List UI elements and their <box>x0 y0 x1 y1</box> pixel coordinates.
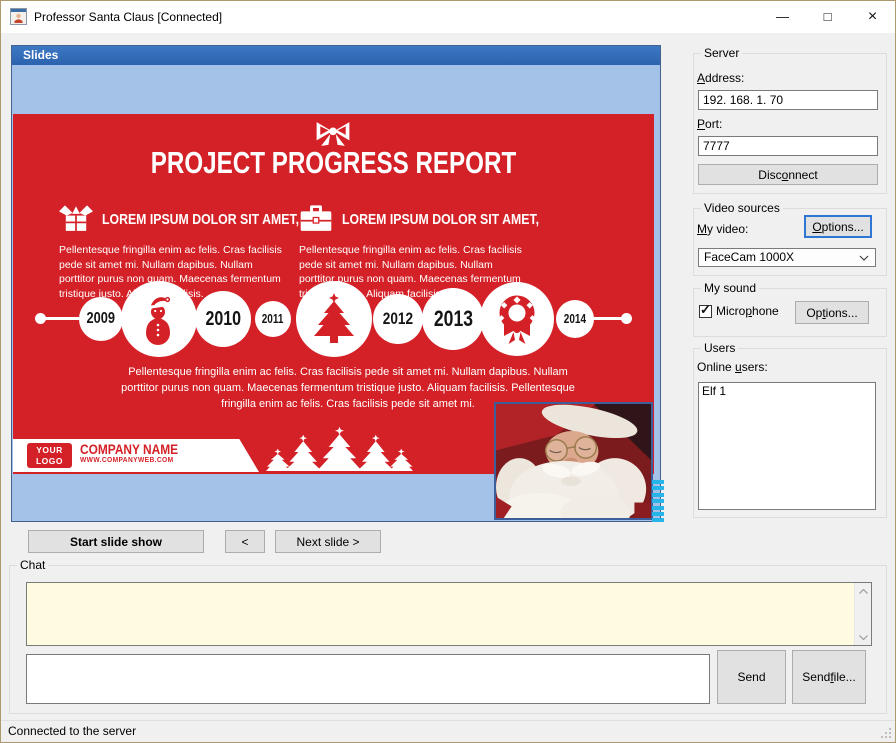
my-sound-group: My sound ✓ Microphone Options... <box>693 288 887 337</box>
video-sources-group: Video sources Options... My video: FaceC… <box>693 208 887 276</box>
sound-options-button[interactable]: Options... <box>795 301 869 324</box>
address-input[interactable] <box>698 90 878 110</box>
video-sources-caption: Video sources <box>701 201 783 215</box>
window-title: Professor Santa Claus [Connected] <box>34 1 222 33</box>
timeline-year-2011: 2011 <box>255 301 291 337</box>
ribbon-bow-icon <box>313 120 353 148</box>
slides-panel: Slides PROJECT PROGRESS REPORT <box>11 45 661 522</box>
timeline-snowman-node <box>121 281 197 357</box>
company-website: WWW.COMPANYWEB.COM <box>80 457 174 464</box>
send-button[interactable]: Send <box>717 650 786 704</box>
timeline-year-2010: 2010 <box>195 291 251 347</box>
list-item[interactable]: Elf 1 <box>702 384 872 399</box>
gift-box-icon <box>59 204 93 234</box>
my-sound-caption: My sound <box>701 281 759 295</box>
chat-group-caption: Chat <box>17 558 48 572</box>
close-button[interactable]: × <box>850 1 895 32</box>
snowman-icon <box>139 292 179 346</box>
disconnect-button[interactable]: Disconnect <box>698 164 878 185</box>
timeline-year-2009: 2009 <box>79 297 123 341</box>
audio-level-indicator <box>652 480 664 525</box>
timeline-tree-node <box>296 281 372 357</box>
timeline-wreath-node <box>480 282 554 356</box>
online-users-listbox[interactable]: Elf 1 <box>698 382 876 510</box>
checkmark-icon: ✓ <box>700 302 711 318</box>
microphone-label: Microphone <box>716 304 779 318</box>
chat-message-input[interactable] <box>26 654 710 704</box>
microphone-checkbox[interactable]: ✓ <box>699 305 712 318</box>
wreath-icon <box>493 292 541 346</box>
santa-face-image <box>496 404 651 518</box>
company-logo-badge: YOUR LOGO <box>27 443 72 468</box>
minimize-button[interactable]: — <box>760 1 805 32</box>
briefcase-icon <box>299 204 333 234</box>
column-heading: LOREM IPSUM DOLOR SIT AMET, <box>102 211 299 228</box>
slide-timeline: 2009 2010 <box>13 274 654 364</box>
maximize-button[interactable]: □ <box>805 1 850 32</box>
app-icon <box>10 8 27 25</box>
column-heading: LOREM IPSUM DOLOR SIT AMET, <box>342 211 539 228</box>
resize-grip-icon[interactable] <box>880 727 893 740</box>
company-name: COMPANY NAME <box>80 441 178 457</box>
title-bar: Professor Santa Claus [Connected] — □ × <box>1 1 895 33</box>
slide-title: PROJECT PROGRESS REPORT <box>84 145 584 181</box>
slides-panel-header: Slides <box>12 46 660 65</box>
video-device-value: FaceCam 1000X <box>704 250 794 264</box>
timeline-end-dot <box>621 313 632 324</box>
port-input[interactable] <box>698 136 878 156</box>
my-video-label: My video: <box>697 222 748 236</box>
logo-text-bottom: LOGO <box>27 456 72 467</box>
video-options-button[interactable]: Options... <box>804 215 872 238</box>
christmas-tree-icon <box>312 292 356 346</box>
scroll-up-button[interactable] <box>855 583 871 599</box>
address-label: Address: <box>697 71 744 85</box>
chevron-up-icon <box>859 589 868 594</box>
users-group-caption: Users <box>701 341 738 355</box>
send-file-button[interactable]: Send file... <box>792 650 866 704</box>
chevron-down-icon <box>859 255 869 261</box>
status-text: Connected to the server <box>8 724 136 738</box>
christmas-trees-silhouette <box>266 426 413 472</box>
chat-scrollbar[interactable] <box>854 583 871 645</box>
users-group: Users Online users: Elf 1 <box>693 348 887 518</box>
logo-text-top: YOUR <box>27 445 72 456</box>
timeline-year-2012: 2012 <box>373 294 423 344</box>
online-users-label: Online users: <box>697 360 768 374</box>
server-group-caption: Server <box>701 46 742 60</box>
chevron-down-icon <box>859 635 868 640</box>
slide-footer-banner: YOUR LOGO COMPANY NAME WWW.COMPANYWEB.CO… <box>13 439 259 472</box>
chat-history[interactable] <box>26 582 872 646</box>
status-bar: Connected to the server <box>1 720 895 742</box>
port-label: Port: <box>697 117 722 131</box>
timeline-year-2013: 2013 <box>422 288 484 350</box>
chat-group: Chat Send Send file... <box>9 565 887 714</box>
start-slideshow-button[interactable]: Start slide show <box>28 530 204 553</box>
next-slide-button[interactable]: Next slide > <box>275 530 381 553</box>
previous-slide-button[interactable]: < <box>225 530 265 553</box>
scroll-down-button[interactable] <box>855 629 871 645</box>
video-device-combobox[interactable]: FaceCam 1000X <box>698 248 876 267</box>
server-group: Server Address: Port: Disconnect <box>693 53 887 194</box>
app-window: Professor Santa Claus [Connected] — □ × … <box>0 0 896 743</box>
santa-webcam-video <box>494 402 653 520</box>
